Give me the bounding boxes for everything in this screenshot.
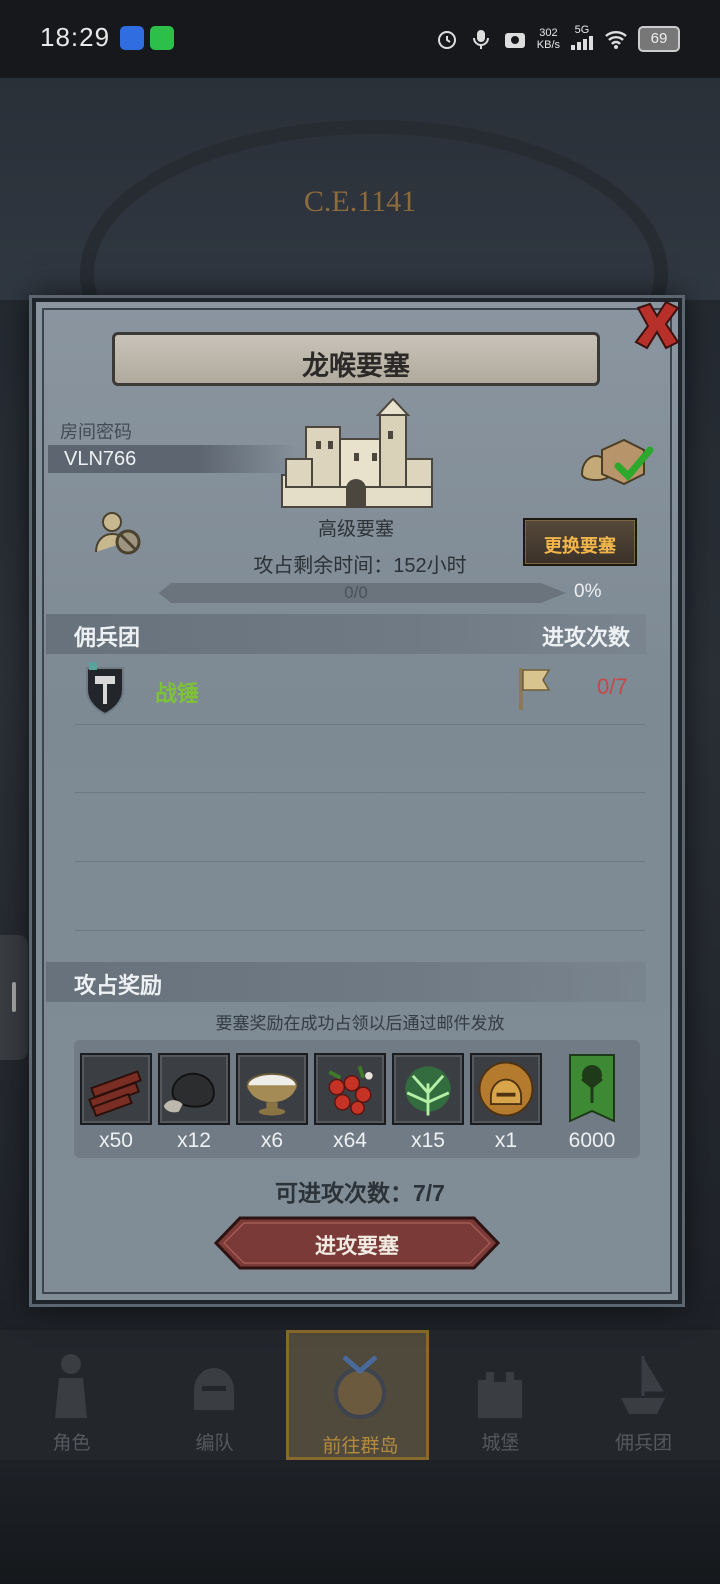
nav-item-character[interactable]: 角色 [0, 1330, 143, 1460]
reward-qty: 6000 [568, 1129, 616, 1152]
attack-fortress-label: 进攻要塞 [315, 1235, 399, 1258]
attack-fortress-button[interactable]: 进攻要塞 [214, 1216, 500, 1270]
reward-qty: x50 [99, 1129, 133, 1152]
mercenary-row[interactable]: 战锤 0/7 [75, 654, 645, 725]
empty-row-divider [75, 792, 645, 793]
change-fortress-label: 更换要塞 [544, 536, 616, 556]
room-password-label: 房间密码 [60, 422, 132, 442]
wood-logs-icon [88, 1070, 142, 1118]
compass-icon [334, 1355, 386, 1419]
net-unit: KB/s [536, 38, 560, 51]
reward-qty: x15 [411, 1129, 445, 1152]
attack-count: 0/7 [597, 674, 628, 699]
castle-icon [478, 1372, 522, 1418]
hammer-shield-icon [86, 662, 124, 716]
nav-label: 佣兵团 [614, 1433, 672, 1454]
time-remaining: 攻占剩余时间：152小时 [253, 555, 467, 577]
castle-icon [281, 397, 433, 508]
dialog-title: 龙喉要塞 [302, 351, 410, 381]
progress-percent: 0% [574, 581, 602, 602]
reward-item[interactable]: x1 [470, 1053, 542, 1153]
supplies-check-icon[interactable] [578, 436, 660, 486]
nav-label: 前往群岛 [322, 1436, 399, 1457]
helmet-icon [194, 1368, 234, 1410]
close-icon[interactable] [630, 298, 684, 352]
reward-qty: x1 [494, 1129, 518, 1152]
net-speed: 302 [539, 26, 558, 39]
user-forbidden-icon[interactable] [94, 510, 144, 556]
bottom-nav: 角色 编队 前往群岛 城堡 佣兵团 [0, 1330, 720, 1460]
reward-item[interactable]: 6000 [556, 1053, 628, 1153]
fortress-type: 高级要塞 [317, 519, 394, 540]
flag-icon [519, 668, 551, 710]
reward-qty: x64 [333, 1129, 367, 1152]
era-label: C.E.1141 [303, 185, 417, 218]
alarm-icon [437, 30, 456, 49]
nav-label: 角色 [52, 1433, 91, 1454]
golden-helmet-icon [478, 1061, 534, 1117]
room-code: VLN766 [64, 448, 137, 470]
nav-item-castle[interactable]: 城堡 [429, 1330, 572, 1460]
stone-ore-icon [163, 1072, 215, 1113]
nav-label: 城堡 [481, 1433, 520, 1454]
rewards-header: 攻占奖励 [74, 973, 163, 998]
reward-item[interactable]: x12 [158, 1053, 230, 1153]
empty-row-divider [75, 930, 645, 931]
empty-row-divider [75, 861, 645, 862]
reward-item[interactable]: x15 [392, 1053, 464, 1153]
network-type: 5G [574, 24, 590, 36]
battery-indicator: 69 [638, 25, 680, 52]
ship-icon [621, 1354, 665, 1414]
change-fortress-button[interactable]: 更换要塞 [523, 518, 637, 566]
nav-item-formation[interactable]: 编队 [143, 1330, 286, 1460]
attacks-remaining: 可进攻次数：7/7 [275, 1180, 445, 1206]
mercenary-header: 佣兵团 [74, 625, 141, 650]
tree-banner-icon [569, 1054, 615, 1123]
camera-icon [504, 32, 525, 48]
title-plate: 龙喉要塞 [112, 332, 600, 386]
nav-item-islands[interactable]: 前往群岛 [286, 1330, 429, 1460]
progress-text: 0/0 [344, 583, 368, 602]
reward-qty: x12 [177, 1129, 211, 1152]
reward-qty: x6 [260, 1129, 284, 1152]
green-herb-icon [405, 1066, 451, 1116]
status-time: 18:29 [40, 22, 111, 52]
knight-icon [55, 1354, 87, 1418]
status-bar: 18:29 302 KB/s 5G 69 [0, 0, 720, 78]
app-icon-blue [120, 26, 144, 50]
white-bowl-icon [246, 1072, 298, 1116]
mic-icon [472, 29, 489, 49]
attack-count-header: 进攻次数 [542, 625, 631, 650]
reward-item[interactable]: x6 [236, 1053, 308, 1153]
reward-item[interactable]: x64 [314, 1053, 386, 1153]
wechat-icon [150, 26, 174, 50]
signal-icon [571, 36, 593, 50]
rewards-note: 要塞奖励在成功占领以后通过邮件发放 [215, 1014, 505, 1033]
red-berries-icon [328, 1065, 373, 1116]
nav-item-mercenary[interactable]: 佣兵团 [572, 1330, 715, 1460]
nav-label: 编队 [195, 1433, 234, 1454]
reward-item[interactable]: x50 [80, 1053, 152, 1153]
guild-name: 战锤 [155, 681, 200, 706]
wifi-icon [605, 30, 627, 49]
